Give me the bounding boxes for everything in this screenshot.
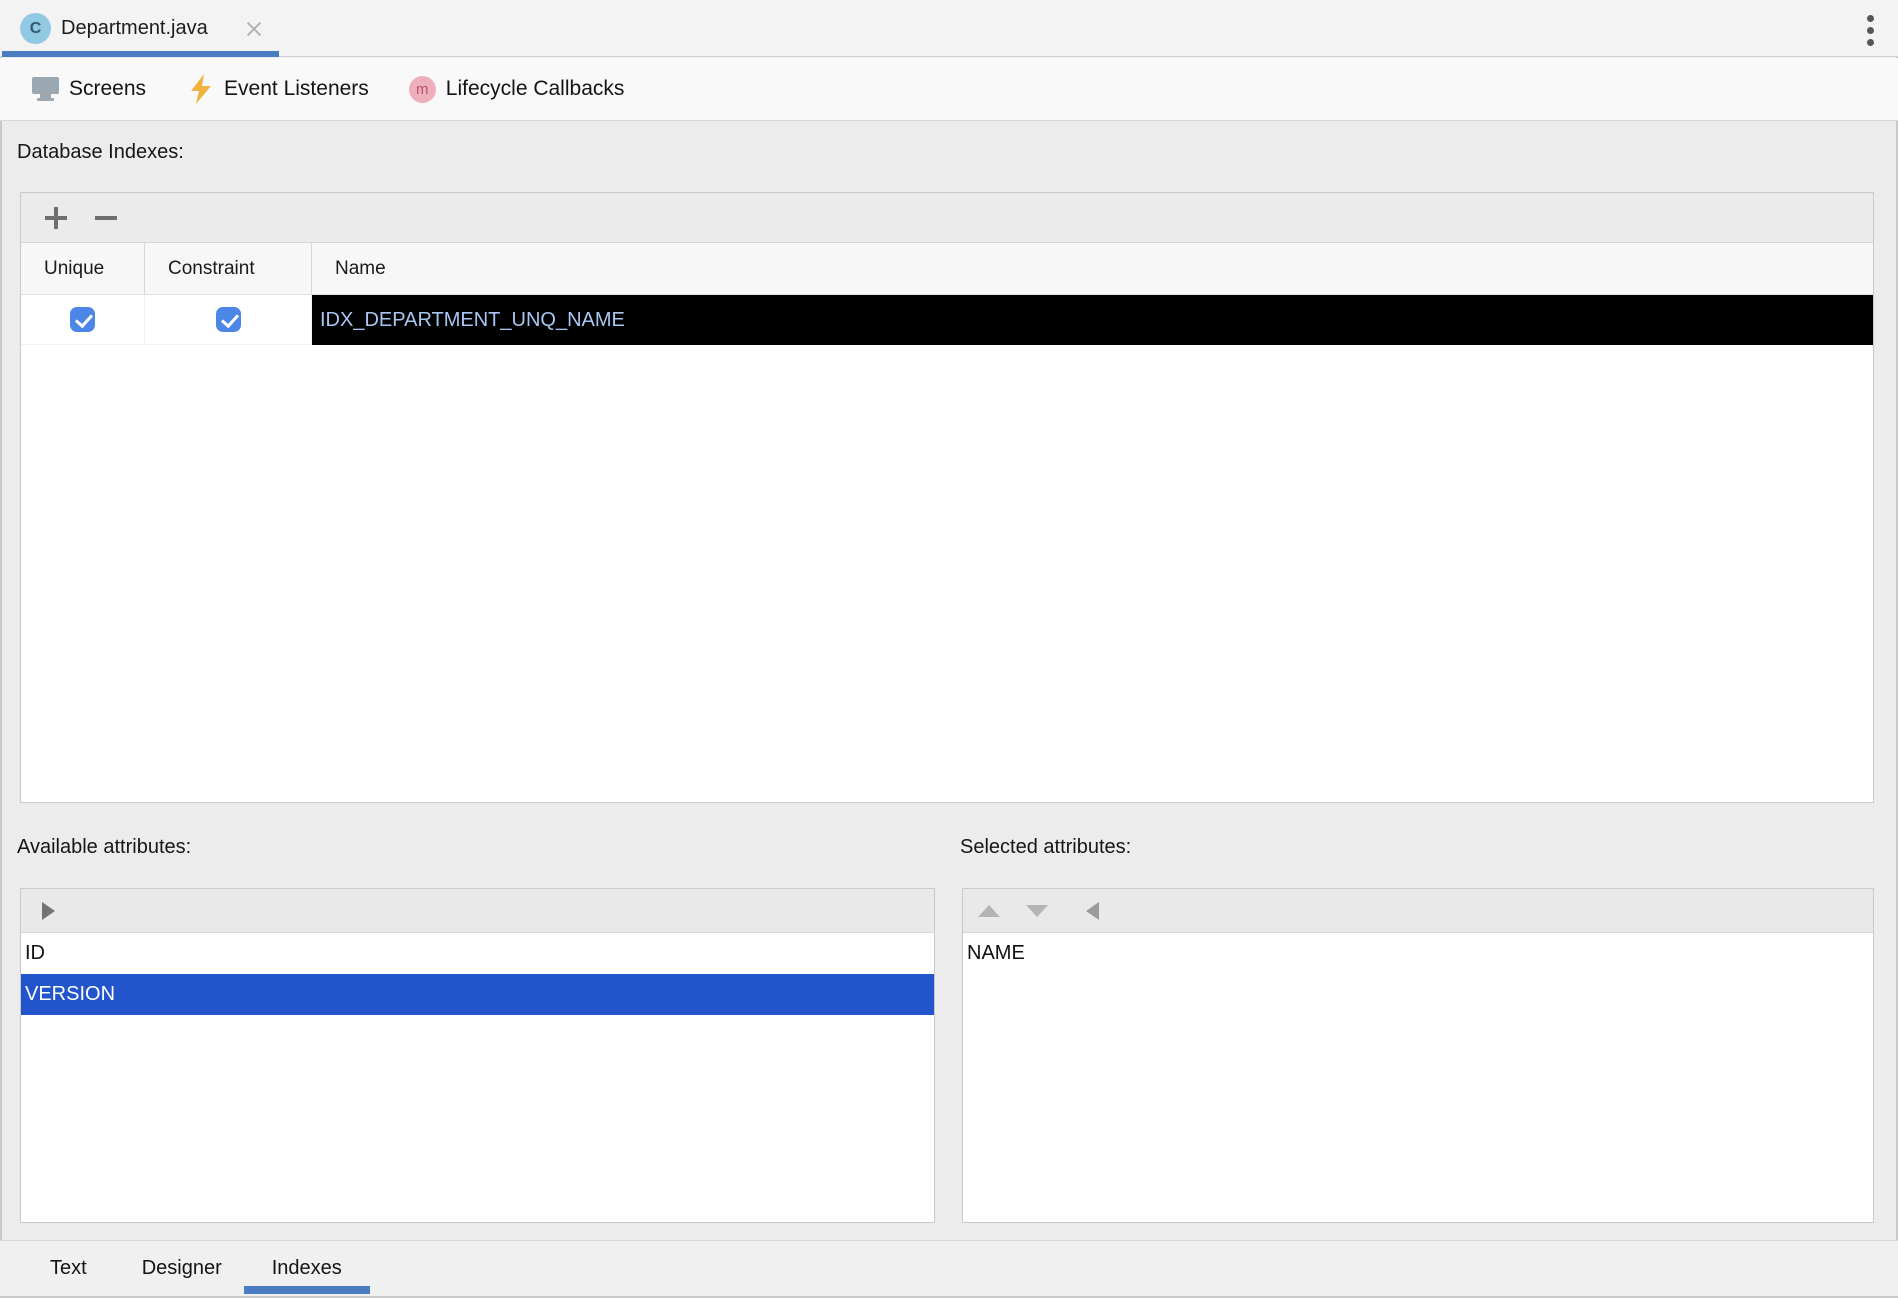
move-up-icon[interactable]: [978, 905, 1000, 917]
screens-button[interactable]: Screens: [32, 77, 146, 101]
entity-designer-toolbar: Screens Event Listeners m Lifecycle Call…: [0, 58, 1898, 121]
event-listeners-button[interactable]: Event Listeners: [188, 74, 369, 104]
list-item[interactable]: ID: [21, 933, 934, 974]
active-tab-underline: [2, 51, 279, 57]
add-index-button plus-icon[interactable]: [45, 207, 67, 229]
editor-tab-bar: C Department.java: [0, 0, 1898, 57]
bottom-tab-bar: Text Designer Indexes: [0, 1240, 1898, 1296]
available-attributes-label: Available attributes:: [17, 836, 191, 859]
database-indexes-label: Database Indexes:: [17, 141, 184, 164]
tab-text[interactable]: Text: [50, 1241, 87, 1296]
tab-designer[interactable]: Designer: [142, 1241, 222, 1296]
tab-indexes[interactable]: Indexes: [272, 1241, 342, 1296]
list-item[interactable]: NAME: [963, 933, 1873, 974]
java-class-icon: C: [20, 13, 51, 44]
indexes-table-header: Unique Constraint Name: [21, 243, 1873, 295]
unique-checkbox[interactable]: [70, 307, 95, 332]
screens-label: Screens: [69, 77, 146, 101]
selected-toolbar: [963, 889, 1873, 933]
unique-cell: [21, 295, 145, 345]
index-name-cell[interactable]: IDX_DEPARTMENT_UNQ_NAME: [312, 295, 1873, 345]
ide-window: C Department.java Screens Event Listener…: [0, 0, 1898, 1298]
event-listeners-label: Event Listeners: [224, 77, 369, 101]
constraint-cell: [145, 295, 312, 345]
available-attributes-list: ID VERSION: [21, 933, 934, 1222]
monitor-icon: [32, 77, 59, 101]
selected-attributes-list: NAME: [963, 933, 1873, 1222]
remove-index-button minus-icon[interactable]: [95, 207, 117, 229]
active-bottom-tab-underline: [244, 1286, 370, 1294]
available-attributes-panel: ID VERSION: [20, 888, 935, 1223]
kebab-menu-icon[interactable]: [1859, 13, 1881, 45]
move-right-icon[interactable]: [42, 902, 55, 920]
column-header-unique[interactable]: Unique: [21, 243, 145, 294]
column-header-constraint[interactable]: Constraint: [145, 243, 312, 294]
tab-indexes-label: Indexes: [272, 1257, 342, 1280]
move-left-icon[interactable]: [1086, 902, 1099, 920]
close-icon[interactable]: [244, 19, 264, 39]
move-down-icon[interactable]: [1026, 905, 1048, 917]
indexes-toolbar: [21, 193, 1873, 243]
selected-attributes-panel: NAME: [962, 888, 1874, 1223]
tab-title: Department.java: [61, 0, 208, 57]
tab-text-label: Text: [50, 1257, 87, 1280]
list-item[interactable]: VERSION: [21, 974, 934, 1015]
lifecycle-callbacks-label: Lifecycle Callbacks: [446, 77, 625, 101]
table-row[interactable]: IDX_DEPARTMENT_UNQ_NAME: [21, 295, 1873, 345]
constraint-checkbox[interactable]: [216, 307, 241, 332]
lifecycle-callbacks-button[interactable]: m Lifecycle Callbacks: [409, 76, 625, 103]
lightning-bolt-icon: [188, 74, 214, 104]
column-header-name[interactable]: Name: [312, 243, 1873, 294]
selected-attributes-label: Selected attributes:: [960, 836, 1131, 859]
tab-designer-label: Designer: [142, 1257, 222, 1280]
indexes-table-panel: Unique Constraint Name IDX_DEPARTMENT_UN…: [20, 192, 1874, 803]
method-circle-icon: m: [409, 76, 436, 103]
tab-department-java[interactable]: C Department.java: [2, 0, 279, 57]
available-toolbar: [21, 889, 934, 933]
